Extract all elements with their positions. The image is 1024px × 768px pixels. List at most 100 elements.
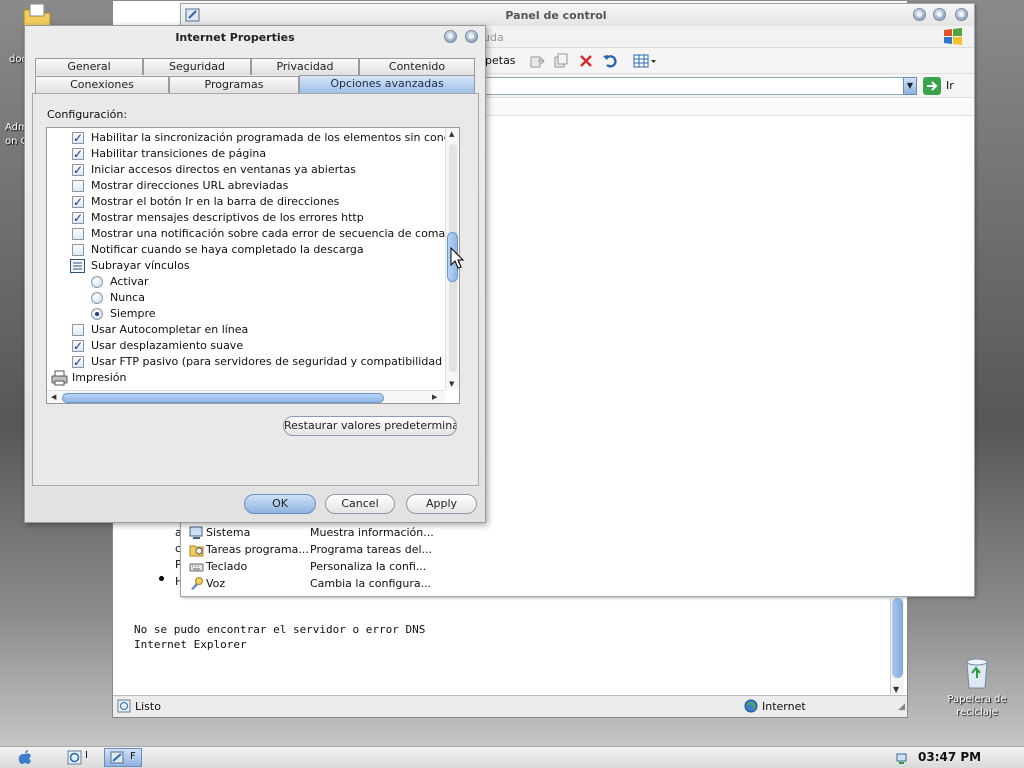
- clock[interactable]: 03:47 PM: [918, 750, 981, 764]
- setting-label: Activar: [110, 275, 149, 288]
- checkbox[interactable]: [72, 130, 84, 146]
- folders-button[interactable]: petas: [485, 54, 516, 67]
- dialog-help-button[interactable]: [444, 30, 457, 43]
- setting-label: Mostrar direcciones URL abreviadas: [91, 179, 289, 192]
- scheduled-tasks-icon: [189, 545, 204, 557]
- checkbox[interactable]: [72, 146, 84, 162]
- setting-label: Mostrar el botón Ir en la barra de direc…: [91, 195, 340, 208]
- restore-defaults-button[interactable]: Restaurar valores predeterminados: [283, 416, 457, 436]
- setting-label: Usar Autocompletar en línea: [91, 323, 249, 336]
- scroll-right-icon[interactable]: ▶: [432, 393, 437, 401]
- move-to-icon[interactable]: [529, 53, 545, 69]
- ie-task-icon: [67, 750, 82, 765]
- taskbar-task-ie[interactable]: I: [64, 748, 96, 767]
- checkbox[interactable]: [72, 228, 84, 240]
- ie-scrollbar[interactable]: ▼: [890, 598, 904, 694]
- page-icon: [117, 699, 131, 713]
- setting-label: Nunca: [110, 291, 145, 304]
- cp-minimize-button[interactable]: [913, 8, 926, 21]
- item-name: Voz: [206, 577, 226, 590]
- checkbox[interactable]: [72, 180, 84, 192]
- tab-programas[interactable]: Programas: [169, 76, 299, 93]
- undo-icon[interactable]: [602, 53, 618, 69]
- checkbox[interactable]: [72, 244, 84, 256]
- ie-error-line2: Internet Explorer: [134, 638, 247, 651]
- scroll-up-icon[interactable]: ▲: [449, 130, 454, 138]
- tab-privacidad[interactable]: Privacidad: [251, 58, 359, 75]
- item-name: Tareas programa...: [206, 543, 309, 556]
- cp-task-icon: [110, 751, 124, 764]
- apply-button[interactable]: Apply: [406, 494, 477, 514]
- item-desc: Programa tareas del...: [310, 543, 433, 556]
- taskbar-task-control-panel[interactable]: F: [104, 748, 142, 767]
- go-button[interactable]: Ir: [923, 77, 963, 95]
- settings-hscrollbar[interactable]: ◀ ▶: [47, 390, 445, 403]
- scroll-left-icon[interactable]: ◀: [51, 393, 56, 401]
- tab-opciones-avanzadas[interactable]: Opciones avanzadas: [299, 75, 475, 93]
- views-icon[interactable]: [633, 53, 657, 69]
- dialog-title: Internet Properties: [175, 31, 295, 44]
- ie-scroll-down-icon[interactable]: ▼: [893, 685, 899, 694]
- settings-hscroll-thumb[interactable]: [62, 393, 384, 403]
- checkbox[interactable]: [72, 210, 84, 226]
- radio[interactable]: [91, 292, 103, 304]
- dialog-close-button[interactable]: [465, 30, 478, 43]
- settings-rows: Habilitar la sincronización programada d…: [47, 128, 445, 390]
- control-panel-icon: [185, 8, 200, 22]
- item-name: Teclado: [206, 560, 248, 573]
- recycle-bin[interactable]: Papelera de reciclaje: [942, 656, 1012, 719]
- control-panel-titlebar[interactable]: Panel de control: [181, 4, 974, 26]
- setting-label: Habilitar transiciones de página: [91, 147, 267, 160]
- list-item[interactable]: Tareas programa... Programa tareas del..…: [187, 541, 447, 558]
- radio[interactable]: [91, 276, 103, 288]
- go-label: Ir: [946, 79, 954, 92]
- checkbox[interactable]: [72, 354, 84, 370]
- scroll-down-icon[interactable]: ▼: [449, 380, 454, 388]
- address-dropdown-button[interactable]: ▼: [903, 77, 917, 95]
- setting-label: Usar desplazamiento suave: [91, 339, 244, 352]
- setting-label: Subrayar vínculos: [91, 259, 190, 272]
- printer-icon: [51, 370, 68, 386]
- tray-network-icon[interactable]: [895, 750, 909, 765]
- ie-bullet-dot: [159, 576, 164, 581]
- resize-grip-icon[interactable]: ◢: [898, 702, 905, 712]
- tab-conexiones[interactable]: Conexiones: [35, 76, 169, 93]
- setting-label: Impresión: [72, 371, 127, 384]
- setting-label: Siempre: [110, 307, 156, 320]
- dialog-titlebar[interactable]: Internet Properties: [25, 26, 485, 48]
- tab-contenido[interactable]: Contenido: [359, 58, 475, 75]
- delete-icon[interactable]: [578, 53, 594, 69]
- go-arrow-icon: [923, 77, 941, 95]
- checkbox[interactable]: [72, 162, 84, 178]
- setting-label: Usar FTP pasivo (para servidores de segu…: [91, 355, 445, 368]
- tab-general[interactable]: General: [35, 58, 143, 75]
- checkbox[interactable]: [72, 324, 84, 336]
- list-item[interactable]: Teclado Personaliza la confi...: [187, 558, 447, 575]
- status-text: Listo: [135, 700, 161, 713]
- ok-button[interactable]: OK: [244, 494, 316, 514]
- cp-maximize-button[interactable]: [933, 8, 946, 21]
- setting-checkbox-row[interactable]: Usar FTP pasivo (para servidores de segu…: [72, 354, 445, 370]
- setting-label: Mostrar mensajes descriptivos de los err…: [91, 211, 364, 224]
- checkbox[interactable]: [72, 338, 84, 354]
- task-label: I: [85, 750, 88, 761]
- tab-seguridad[interactable]: Seguridad: [143, 58, 251, 75]
- cp-close-button[interactable]: [955, 8, 968, 21]
- task-label: F: [130, 751, 136, 762]
- setting-label: Mostrar una notificación sobre cada erro…: [91, 227, 445, 240]
- item-name: Sistema: [206, 526, 251, 539]
- speech-icon: [191, 577, 203, 590]
- status-zone: Internet: [762, 700, 806, 713]
- ie-scroll-thumb[interactable]: [892, 598, 903, 678]
- list-item[interactable]: Sistema Muestra información...: [187, 524, 447, 541]
- radio[interactable]: [91, 308, 103, 320]
- cancel-button[interactable]: Cancel: [325, 494, 395, 514]
- keyboard-icon: [189, 563, 204, 572]
- address-input[interactable]: [481, 77, 916, 95]
- menu-item-ayuda[interactable]: uda: [483, 31, 504, 44]
- list-item[interactable]: Voz Cambia la configura...: [187, 575, 447, 592]
- taskbar: I F 03:47 PM: [0, 746, 1024, 768]
- copy-to-icon[interactable]: [553, 53, 569, 69]
- checkbox[interactable]: [72, 194, 84, 210]
- start-apple-icon[interactable]: [18, 750, 32, 765]
